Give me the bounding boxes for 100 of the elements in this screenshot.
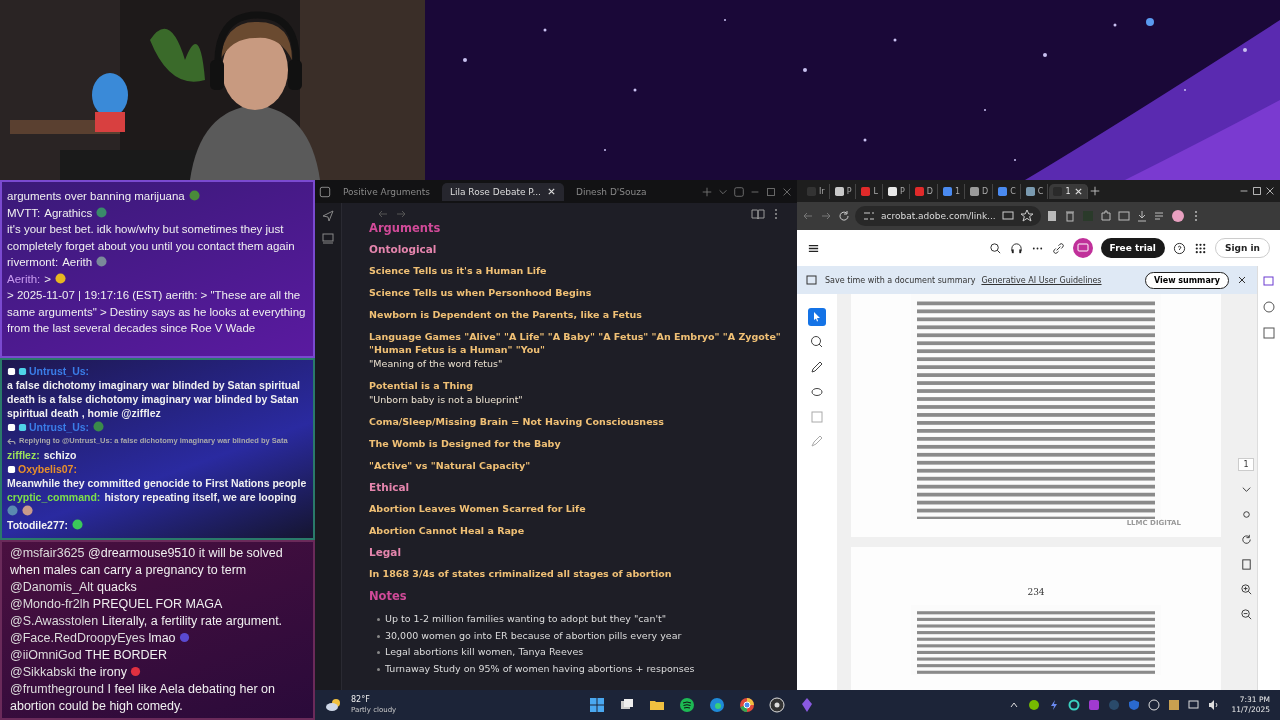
note-text: Turnaway Study on 95% of women having abortions + responses [385,662,695,677]
maximize-icon[interactable] [1251,185,1263,197]
screen-search-icon[interactable] [1116,209,1131,223]
close-icon[interactable] [547,187,556,196]
username: zifflez: [7,449,40,461]
maximize-icon[interactable] [765,185,777,198]
zoom-out-icon[interactable] [1239,608,1253,621]
recorder-icon[interactable] [768,697,785,713]
message-text: > 2025-11-07 | 19:17:16 (EST) aerith: > "These are all the same arguments" > Destiny says as he looks at everything from the last several decades since Roe V Wade [7,288,307,336]
note-tab[interactable]: Lila Rose Debate P... [441,182,564,201]
shield-icon[interactable] [1127,699,1140,711]
plus-icon[interactable] [701,185,713,198]
argument-text: Language Games "Alive" "A Life" "A Baby" "A Fetus" "An Embryo" "A Zygote" "Human Fetus is a Human" "You" [369,330,782,356]
username: rivermont: [7,256,59,268]
rotate-icon[interactable] [1239,533,1253,546]
subheading: Ethical [369,481,411,493]
favicon-icon [861,186,871,196]
tray-icon[interactable] [1067,699,1080,711]
zoom-in-icon[interactable] [1239,583,1253,596]
view-summary-button[interactable]: View summary [1144,271,1229,289]
browser-tab[interactable]: C [994,183,1021,199]
layout-icon[interactable] [733,185,745,198]
ai-assistant-icon[interactable] [1072,238,1093,258]
browser-tab[interactable]: D [910,183,938,199]
browser-icon[interactable] [738,697,755,713]
message-text: Aerith [62,256,93,268]
emote-icon [96,206,108,218]
browser-tab[interactable]: D [966,183,994,199]
search-icon[interactable] [988,241,1002,255]
emote-icon [72,519,84,530]
bullet-icon [377,651,380,655]
help-icon[interactable] [1172,241,1186,255]
favicon-icon [1025,186,1035,196]
tray-icon[interactable] [1027,699,1040,711]
favicon-icon [998,186,1008,196]
network-icon[interactable] [1187,699,1200,711]
browser-icon[interactable] [708,697,725,713]
reload-icon[interactable] [837,209,851,223]
tray-icon[interactable] [1167,699,1180,711]
bullet-icon [377,617,380,621]
favicon-icon [914,186,924,196]
note-tab[interactable]: Dinesh D'Souza [568,182,655,201]
volume-icon[interactable] [1207,699,1220,711]
comment-icon[interactable] [1262,300,1276,314]
guidelines-link[interactable]: Generative AI User Guidelines [981,275,1102,285]
weather-icon[interactable] [325,698,343,712]
argument-text: Science Tells us it's a Human Life [369,264,548,277]
note-text: Legal abortions kill women, Tanya Reeves [385,645,584,660]
page-indicator[interactable]: 1 [1238,458,1254,471]
browser-tab[interactable]: 1 [1049,183,1088,199]
sidebar-toggle-icon[interactable] [319,185,331,198]
chat-message: @Danomis_Alt quacks [10,579,138,596]
message-text: > [44,272,51,285]
message-text: it's your best bet. idk how/why but sometimes they just completely forget about you until you contact them again [7,222,296,254]
thumbnails-icon[interactable] [1262,326,1276,340]
send-icon[interactable] [321,209,335,223]
favicon-icon [970,186,980,196]
browser-tab[interactable]: P [830,183,857,199]
username: @Sikkabski [10,665,76,679]
close-icon[interactable] [1264,185,1276,197]
argument-text: Newborn is Dependent on the Parents, like a Fetus [369,308,643,321]
link-icon[interactable] [1051,241,1065,255]
note-tab[interactable]: Positive Arguments [335,182,438,201]
message-text: schizo [43,449,77,461]
favicon-icon [942,186,952,196]
argument-text: In 1868 3/4s of states criminalized all stages of abortion [369,567,673,580]
username: cryptic_command: [7,491,101,503]
username: Totodile277: [7,519,69,531]
chat-message: @S.Awasstolen Literally, a fertility rate argument. [10,613,284,630]
tray-icon[interactable] [1147,699,1160,711]
windows-start-icon[interactable] [588,697,605,713]
username: @Face.RedDroopyEyes [10,631,145,645]
browser-tab[interactable]: Ir [803,183,830,199]
argument-text: Abortion Cannot Heal a Rape [369,524,526,537]
new-tab-icon[interactable] [1088,185,1101,197]
browser-tab[interactable]: P [883,183,910,199]
sign-in-button[interactable]: Sign in [1214,238,1270,258]
puzzle-icon[interactable] [1098,209,1113,223]
apps-grid-icon[interactable] [1193,241,1207,255]
address-bar[interactable]: acrobat.adobe.com/link... [855,206,1041,226]
argument-text: Abortion Leaves Women Scarred for Life [369,502,587,515]
page-icon[interactable] [1239,558,1253,571]
chat-message: @Mondo-fr2lh PREQUEL FOR MAGA [10,596,224,613]
headphones-icon[interactable] [1009,241,1023,255]
free-trial-button[interactable]: Free trial [1100,238,1165,258]
emote-icon [93,421,105,432]
heading: Notes [369,589,408,603]
reading-view-icon[interactable] [751,207,765,221]
chat-message: @frumtheground I feel like Aela debating her on abortion could be high comedy. [10,681,276,715]
browser-tab[interactable]: 1 [938,183,966,199]
message-text: the irony [79,665,127,679]
avatar-icon[interactable] [1170,209,1185,223]
close-icon[interactable] [1073,186,1083,196]
browser-tab[interactable]: L [857,183,883,199]
music-app-icon[interactable] [678,697,695,713]
username: Untrust_Us: [29,365,90,377]
cursor-icon[interactable] [808,308,826,326]
argument-text: The Womb is Designed for the Baby [369,437,562,450]
browser-tab[interactable]: C [1021,183,1049,199]
temperature-text: 82°F [351,695,371,705]
